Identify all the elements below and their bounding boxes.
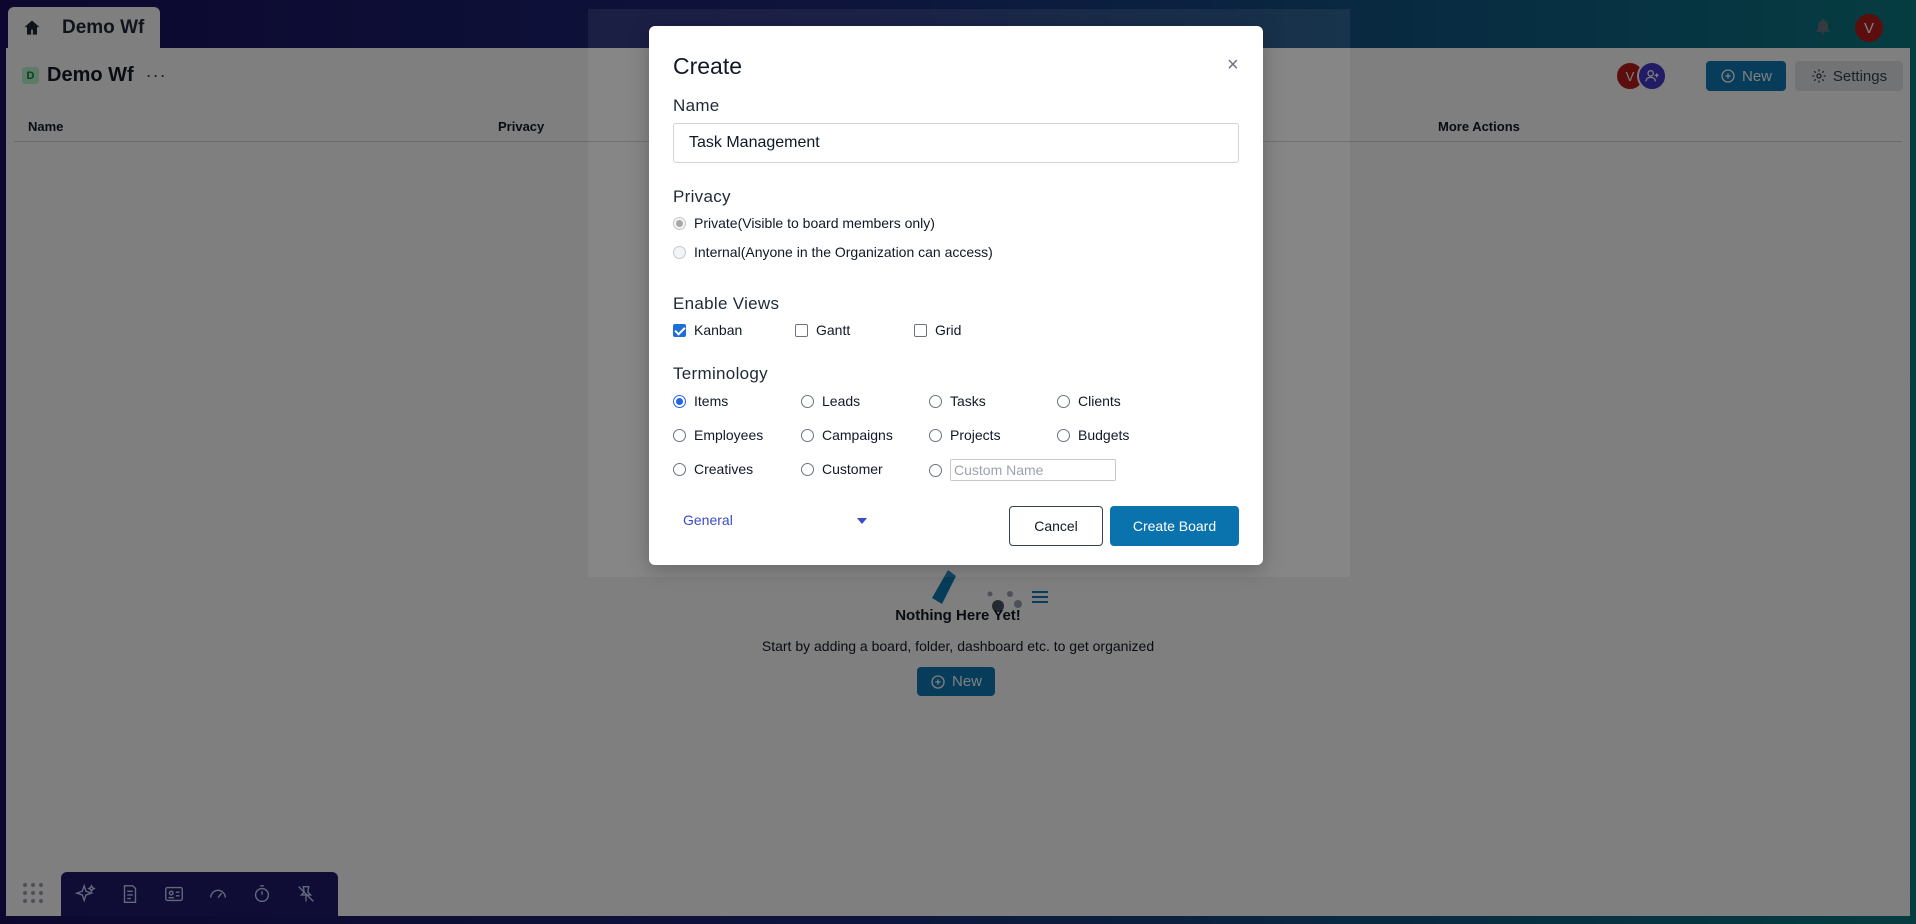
term-option-custom[interactable] [929,459,1116,481]
term-option-label: Customer [822,461,883,477]
radio-internal[interactable] [673,245,686,259]
term-option-clients[interactable]: Clients [1057,393,1121,409]
privacy-label: Privacy [673,187,731,206]
dialog-title: Create [673,53,743,79]
term-option-label: Campaigns [822,427,893,443]
term-option-label: Employees [694,427,764,443]
radio-creatives[interactable] [673,462,686,476]
create-board-button[interactable]: Create Board [1110,506,1239,546]
privacy-option-label: Private(Visible to board members only) [694,215,935,231]
radio-custom[interactable] [929,463,942,477]
radio-tasks[interactable] [929,394,942,408]
term-option-label: Clients [1078,393,1121,409]
radio-items[interactable] [673,394,686,408]
radio-budgets[interactable] [1057,428,1070,442]
term-option-budgets[interactable]: Budgets [1057,427,1129,443]
board-name-input[interactable] [673,123,1239,163]
create-board-dialog: Create × Name Privacy Private(Visible to… [649,26,1263,565]
privacy-option-internal[interactable]: Internal(Anyone in the Organization can … [673,244,993,260]
term-option-projects[interactable]: Projects [929,427,1001,443]
radio-leads[interactable] [801,394,814,408]
name-label: Name [673,96,720,115]
checkbox-gantt[interactable] [795,323,808,337]
view-option-grid[interactable]: Grid [914,322,961,338]
radio-employees[interactable] [673,428,686,442]
terminology-label: Terminology [673,364,768,383]
term-option-label: Creatives [694,461,754,477]
radio-customer[interactable] [801,462,814,476]
close-icon[interactable]: × [1227,54,1239,77]
caret-down-icon [857,518,867,524]
radio-clients[interactable] [1057,394,1070,408]
term-option-leads[interactable]: Leads [801,393,860,409]
view-option-gantt[interactable]: Gantt [795,322,850,338]
term-option-label: Budgets [1078,427,1130,443]
radio-private[interactable] [673,216,686,230]
term-option-tasks[interactable]: Tasks [929,393,986,409]
enable-views-label: Enable Views [673,294,780,313]
term-option-items[interactable]: Items [673,393,728,409]
term-option-label: Items [694,393,729,409]
view-option-label: Grid [935,322,962,338]
term-option-label: Leads [822,393,861,409]
privacy-option-label: Internal(Anyone in the Organization can … [694,244,993,260]
view-option-kanban[interactable]: Kanban [673,322,742,338]
cancel-button[interactable]: Cancel [1009,506,1103,546]
view-option-label: Kanban [694,322,743,338]
term-option-label: Tasks [950,393,986,409]
radio-campaigns[interactable] [801,428,814,442]
term-option-employees[interactable]: Employees [673,427,763,443]
radio-projects[interactable] [929,428,942,442]
term-option-label: Projects [950,427,1001,443]
template-select[interactable]: General [673,506,867,534]
term-option-campaigns[interactable]: Campaigns [801,427,893,443]
checkbox-kanban[interactable] [673,323,686,337]
privacy-option-private[interactable]: Private(Visible to board members only) [673,215,935,231]
template-select-value: General [683,512,733,528]
custom-name-input[interactable] [950,459,1116,481]
view-option-label: Gantt [816,322,851,338]
term-option-customer[interactable]: Customer [801,461,883,477]
term-option-creatives[interactable]: Creatives [673,461,753,477]
checkbox-grid[interactable] [914,323,927,337]
